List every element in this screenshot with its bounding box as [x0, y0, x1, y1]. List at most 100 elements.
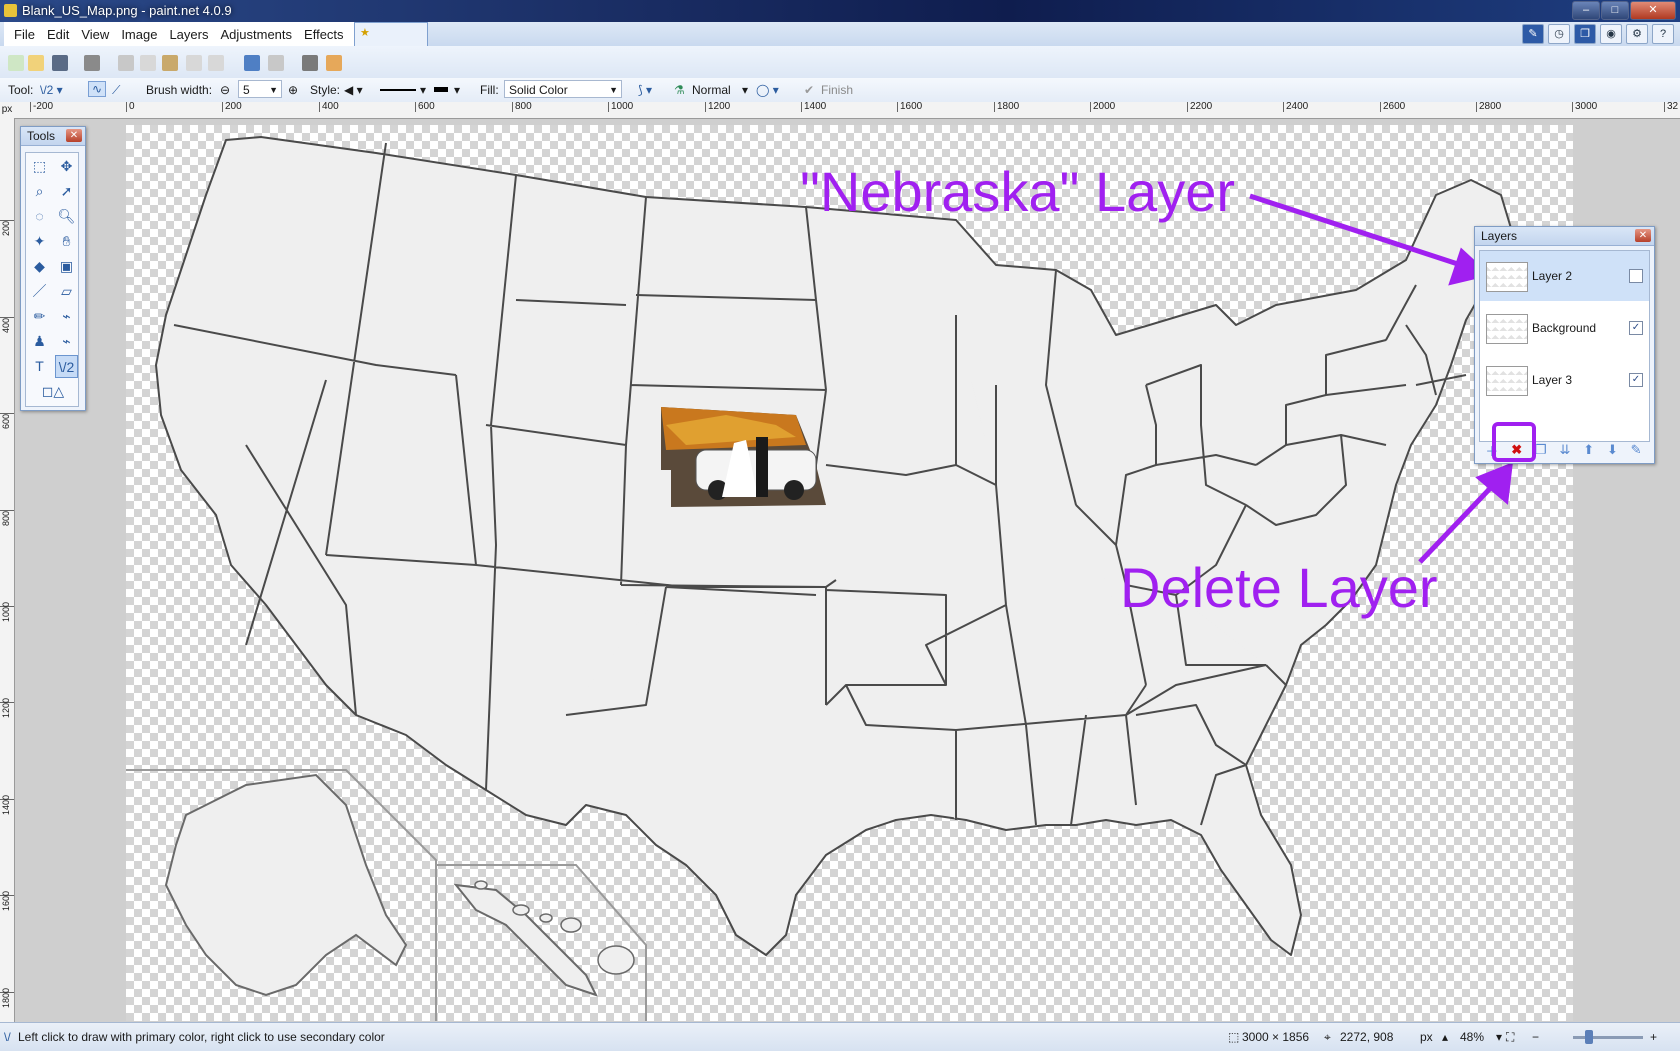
menu-effects[interactable]: Effects [298, 22, 350, 46]
grid-icon[interactable] [302, 55, 318, 71]
zoom-out-icon[interactable]: − [1532, 1030, 1539, 1044]
line-style-dropdown-icon[interactable]: ▾ [420, 83, 426, 97]
eraser-icon[interactable]: ▱ [55, 280, 78, 303]
menu-edit[interactable]: Edit [41, 22, 75, 46]
layer-name: Layer 3 [1532, 373, 1573, 387]
paintbrush-icon[interactable]: ／ [28, 280, 51, 303]
redo-icon[interactable] [268, 55, 284, 71]
zoom-level[interactable]: 48% [1460, 1030, 1484, 1044]
settings-gear-icon[interactable]: ⚙ [1626, 24, 1648, 44]
blend-mode-dropdown-icon[interactable]: ▾ [742, 83, 748, 97]
undo-icon[interactable] [244, 55, 260, 71]
minimize-button[interactable]: – [1572, 1, 1600, 20]
fill-select[interactable]: Solid Color ▼ [504, 80, 622, 98]
magic-wand-icon[interactable]: ✦ [28, 230, 51, 253]
rectangle-select-icon[interactable]: ⬚ [28, 155, 51, 178]
curve-spline-icon[interactable]: ∿ [88, 81, 107, 97]
layers-window-toggle-icon[interactable]: ❐ [1574, 24, 1596, 44]
dash-style-dropdown-icon[interactable]: ▾ [454, 83, 460, 97]
ellipse-select-icon[interactable]: ◌ [28, 205, 51, 228]
tools-window-toggle-icon[interactable]: ✎ [1522, 24, 1544, 44]
ruler-unit: px [0, 102, 14, 118]
finish-button[interactable]: Finish [821, 83, 853, 97]
layer-row-layer-3[interactable]: Layer 3 ✓ [1480, 355, 1649, 405]
tools-window: Tools ✕ ⬚ ✥ ⌕ ➚ ◌ 🔍︎ ✦ ✋︎ ◆ ▣ ／ ▱ ✏︎ ⌁ ♟ … [20, 126, 86, 411]
unsaved-star-icon: ★ [360, 27, 370, 39]
help-icon[interactable]: ? [1652, 24, 1674, 44]
zoom-in-icon[interactable]: + [1650, 1030, 1657, 1044]
text-tool-icon[interactable]: T [28, 355, 51, 378]
layers-window-header[interactable]: Layers ✕ [1475, 227, 1654, 246]
current-tool-icon[interactable]: \/2 ▾ [40, 83, 63, 97]
layer-row-layer-2[interactable]: Layer 2 [1480, 251, 1649, 301]
layer-visibility-checkbox[interactable] [1629, 269, 1643, 283]
line-curve-tool-icon[interactable]: \/2 [55, 355, 78, 378]
pan-hand-icon[interactable]: ✋︎ [55, 230, 78, 253]
brush-width-decrease-icon[interactable]: ⊖ [220, 83, 230, 97]
shapes-tool-icon[interactable]: ◻△ [28, 380, 78, 403]
tools-window-close-button[interactable]: ✕ [66, 129, 82, 142]
maximize-button[interactable]: □ [1601, 1, 1629, 20]
ruler-tick: 400 [319, 102, 339, 112]
antialiasing-icon[interactable]: ⟆ ▾ [638, 83, 652, 97]
fill-label: Fill: [480, 83, 499, 97]
brush-width-increase-icon[interactable]: ⊕ [288, 83, 298, 97]
ruler-tick: 1800 [994, 102, 1019, 112]
zoom-slider-handle[interactable] [1585, 1030, 1593, 1044]
crop-icon[interactable] [186, 55, 202, 71]
move-selected-pixels-icon[interactable]: ✥ [55, 155, 78, 178]
close-button[interactable]: ✕ [1630, 1, 1676, 20]
zoom-icon[interactable]: 🔍︎ [55, 205, 78, 228]
tools-window-header[interactable]: Tools ✕ [21, 127, 85, 146]
rulers-icon[interactable] [326, 55, 342, 71]
dash-style-preview[interactable] [434, 87, 448, 92]
units-select[interactable]: px [1420, 1030, 1433, 1044]
menu-file[interactable]: File [8, 22, 41, 46]
layer-row-background[interactable]: Background ✓ [1480, 303, 1649, 353]
menu-adjustments[interactable]: Adjustments [214, 22, 298, 46]
zoom-dropdown-icon[interactable]: ▾ [1496, 1030, 1502, 1044]
paint-bucket-icon[interactable]: ◆ [28, 255, 51, 278]
history-window-toggle-icon[interactable]: ◷ [1548, 24, 1570, 44]
layer-visibility-checkbox[interactable]: ✓ [1629, 321, 1643, 335]
units-dropdown-icon[interactable]: ▴ [1442, 1030, 1448, 1044]
copy-icon[interactable] [140, 55, 156, 71]
move-layer-up-icon[interactable]: ⬆ [1583, 442, 1594, 458]
pencil-icon[interactable]: ✏︎ [28, 305, 51, 328]
save-icon[interactable] [52, 55, 68, 71]
brush-width-input[interactable]: 5 ▼ [238, 80, 282, 98]
finish-check-icon[interactable]: ✔ [804, 83, 814, 97]
color-picker-icon[interactable]: ⌁ [55, 305, 78, 328]
blend-mode-select[interactable]: Normal [692, 83, 731, 97]
move-layer-down-icon[interactable]: ⬇ [1607, 442, 1618, 458]
cursor-position: 2272, 908 [1340, 1030, 1394, 1044]
open-folder-icon[interactable] [28, 55, 44, 71]
arrow-start-style-icon[interactable]: ◀ ▾ [344, 83, 363, 97]
tools-window-title: Tools [27, 129, 56, 143]
merge-layer-down-icon[interactable]: ⇊ [1559, 442, 1570, 458]
gradient-icon[interactable]: ▣ [55, 255, 78, 278]
curve-bezier-icon[interactable]: ⟋ [112, 83, 120, 98]
lasso-select-icon[interactable]: ⌕ [28, 180, 51, 203]
menu-image[interactable]: Image [115, 22, 163, 46]
layer-visibility-checkbox[interactable]: ✓ [1629, 373, 1643, 387]
layers-window-close-button[interactable]: ✕ [1635, 229, 1651, 242]
layer-properties-icon[interactable]: ✎ [1631, 442, 1642, 458]
ruler-tick: 0 [126, 102, 135, 112]
zoom-slider[interactable] [1573, 1030, 1643, 1044]
deselect-icon[interactable] [208, 55, 224, 71]
new-file-icon[interactable] [8, 55, 24, 71]
zoom-to-window-icon[interactable]: ⛶ [1506, 1030, 1514, 1045]
move-selection-icon[interactable]: ➚ [55, 180, 78, 203]
colors-window-toggle-icon[interactable]: ◉ [1600, 24, 1622, 44]
print-icon[interactable] [84, 55, 100, 71]
paste-icon[interactable] [162, 55, 178, 71]
shape-type-icon[interactable]: ◯ ▾ [756, 83, 779, 97]
line-style-preview[interactable] [380, 89, 416, 91]
duplicate-layer-icon[interactable]: ❐ [1535, 442, 1547, 458]
clone-stamp-icon[interactable]: ♟ [28, 330, 51, 353]
menu-view[interactable]: View [75, 22, 115, 46]
cut-icon[interactable] [118, 55, 134, 71]
menu-layers[interactable]: Layers [163, 22, 214, 46]
recolor-icon[interactable]: ⌁ [55, 330, 78, 353]
